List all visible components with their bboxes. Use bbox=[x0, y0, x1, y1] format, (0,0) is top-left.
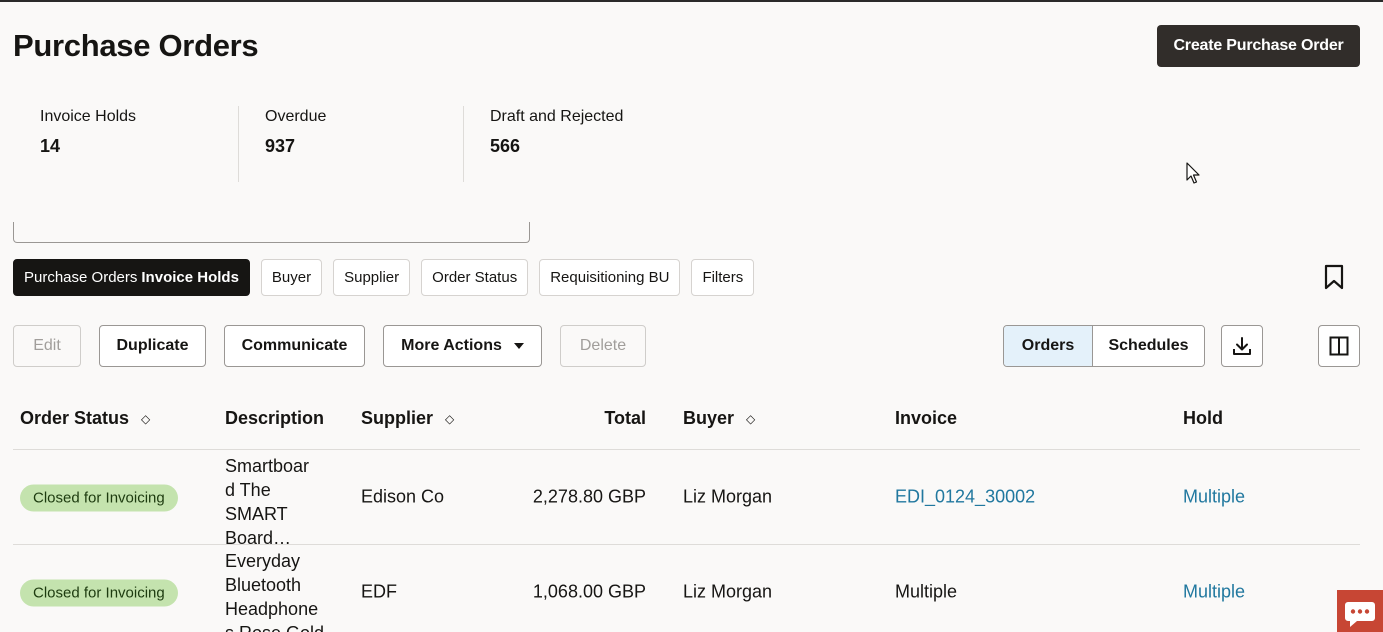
mouse-cursor-icon bbox=[1186, 162, 1200, 184]
download-icon bbox=[1233, 337, 1251, 355]
more-actions-button[interactable]: More Actions bbox=[383, 325, 542, 367]
communicate-button[interactable]: Communicate bbox=[224, 325, 365, 367]
purchase-orders-table: Order Status ◇ Description Supplier ◇ To… bbox=[13, 398, 1360, 632]
hold-link[interactable]: Multiple bbox=[1183, 487, 1245, 508]
column-header-hold: Hold bbox=[1183, 408, 1223, 428]
duplicate-button[interactable]: Duplicate bbox=[99, 325, 206, 367]
description-line: d The bbox=[225, 480, 271, 500]
total-cell: 1,068.00 GBP bbox=[532, 581, 646, 602]
chip-label-value: Invoice Holds bbox=[141, 269, 239, 286]
column-header-order-status[interactable]: Order Status ◇ bbox=[20, 408, 150, 429]
more-actions-label: More Actions bbox=[401, 337, 502, 354]
order-status-cell: Closed for Invoicing bbox=[20, 579, 178, 607]
chip-label-prefix: Purchase Orders bbox=[24, 269, 138, 286]
description-line: SMART bbox=[225, 504, 288, 524]
filter-chip-order-status[interactable]: Order Status bbox=[421, 259, 529, 296]
buyer-cell: Liz Morgan bbox=[683, 581, 773, 602]
chat-button[interactable] bbox=[1337, 590, 1383, 632]
metric-value: 566 bbox=[490, 136, 521, 156]
sort-icon: ◇ bbox=[746, 411, 756, 426]
column-label: Order Status bbox=[20, 408, 130, 428]
filter-chips: Purchase Orders Invoice Holds Buyer Supp… bbox=[13, 259, 755, 296]
column-label: Buyer bbox=[683, 408, 735, 428]
column-header-invoice: Invoice bbox=[895, 408, 958, 428]
page-title: Purchase Orders bbox=[13, 28, 259, 63]
view-toggle: Orders Schedules bbox=[1003, 325, 1205, 367]
metric-draft-rejected[interactable]: Draft and Rejected 566 bbox=[463, 106, 688, 182]
hold-link[interactable]: Multiple bbox=[1183, 582, 1245, 603]
metric-label: Overdue bbox=[265, 108, 327, 125]
metric-label: Draft and Rejected bbox=[490, 108, 624, 125]
metric-overdue[interactable]: Overdue 937 bbox=[238, 106, 463, 182]
column-header-total: Total bbox=[604, 408, 646, 428]
view-schedules-button[interactable]: Schedules bbox=[1092, 326, 1204, 366]
filter-chip-requisitioning-bu[interactable]: Requisitioning BU bbox=[539, 259, 681, 296]
column-label: Supplier bbox=[361, 408, 434, 428]
description-line: Headphone bbox=[225, 599, 319, 619]
column-header-supplier[interactable]: Supplier ◇ bbox=[361, 408, 454, 429]
buyer-cell: Liz Morgan bbox=[683, 486, 773, 507]
chevron-down-icon bbox=[513, 343, 524, 349]
table-row[interactable]: Closed for Invoicing Everyday Bluetooth … bbox=[13, 545, 1360, 632]
description-line: Bluetooth bbox=[225, 575, 302, 595]
metric-value: 937 bbox=[265, 136, 296, 156]
column-header-description: Description bbox=[225, 408, 325, 428]
description-line: Smartboar bbox=[225, 456, 310, 476]
table-row[interactable]: Closed for Invoicing Smartboar d The SMA… bbox=[13, 450, 1360, 548]
filter-chip-invoice-holds[interactable]: Purchase Orders Invoice Holds bbox=[13, 259, 250, 296]
sort-icon: ◇ bbox=[445, 411, 455, 426]
metrics-bar: Invoice Holds 14 Overdue 937 Draft and R… bbox=[13, 106, 688, 182]
status-badge: Closed for Invoicing bbox=[20, 484, 178, 512]
description-cell: Everyday Bluetooth Headphone s Rose Gold bbox=[225, 549, 335, 632]
search-field[interactable] bbox=[13, 222, 530, 243]
panel-toggle-button[interactable] bbox=[1318, 325, 1360, 367]
delete-button[interactable]: Delete bbox=[560, 325, 646, 367]
bookmark-icon[interactable] bbox=[1322, 264, 1346, 290]
columns-panel-icon bbox=[1329, 336, 1349, 356]
sort-icon: ◇ bbox=[141, 411, 151, 426]
supplier-cell: EDF bbox=[361, 581, 397, 602]
supplier-cell: Edison Co bbox=[361, 486, 445, 507]
description-line: Everyday bbox=[225, 551, 301, 571]
edit-button[interactable]: Edit bbox=[13, 325, 81, 367]
status-badge: Closed for Invoicing bbox=[20, 579, 178, 607]
table-header: Order Status ◇ Description Supplier ◇ To… bbox=[13, 398, 1360, 450]
invoice-cell: Multiple bbox=[895, 581, 958, 602]
metric-label: Invoice Holds bbox=[40, 108, 137, 125]
order-status-cell: Closed for Invoicing bbox=[20, 484, 178, 512]
create-purchase-order-button[interactable]: Create Purchase Order bbox=[1157, 25, 1360, 67]
description-line: s Rose Gold bbox=[225, 621, 335, 632]
total-cell: 2,278.80 GBP bbox=[532, 486, 646, 507]
filter-chip-supplier[interactable]: Supplier bbox=[333, 259, 411, 296]
filter-chip-buyer[interactable]: Buyer bbox=[260, 259, 323, 296]
view-orders-button[interactable]: Orders bbox=[1004, 326, 1092, 366]
description-cell: Smartboar d The SMART Board… bbox=[225, 454, 310, 550]
column-header-buyer[interactable]: Buyer ◇ bbox=[683, 408, 755, 429]
invoice-link[interactable]: EDI_0124_30002 bbox=[895, 487, 1035, 508]
metric-value: 14 bbox=[40, 136, 61, 156]
filter-chip-filters[interactable]: Filters bbox=[691, 259, 755, 296]
chat-bubble-icon bbox=[1345, 602, 1375, 627]
metric-invoice-holds[interactable]: Invoice Holds 14 bbox=[13, 106, 238, 182]
download-button[interactable] bbox=[1221, 325, 1263, 367]
